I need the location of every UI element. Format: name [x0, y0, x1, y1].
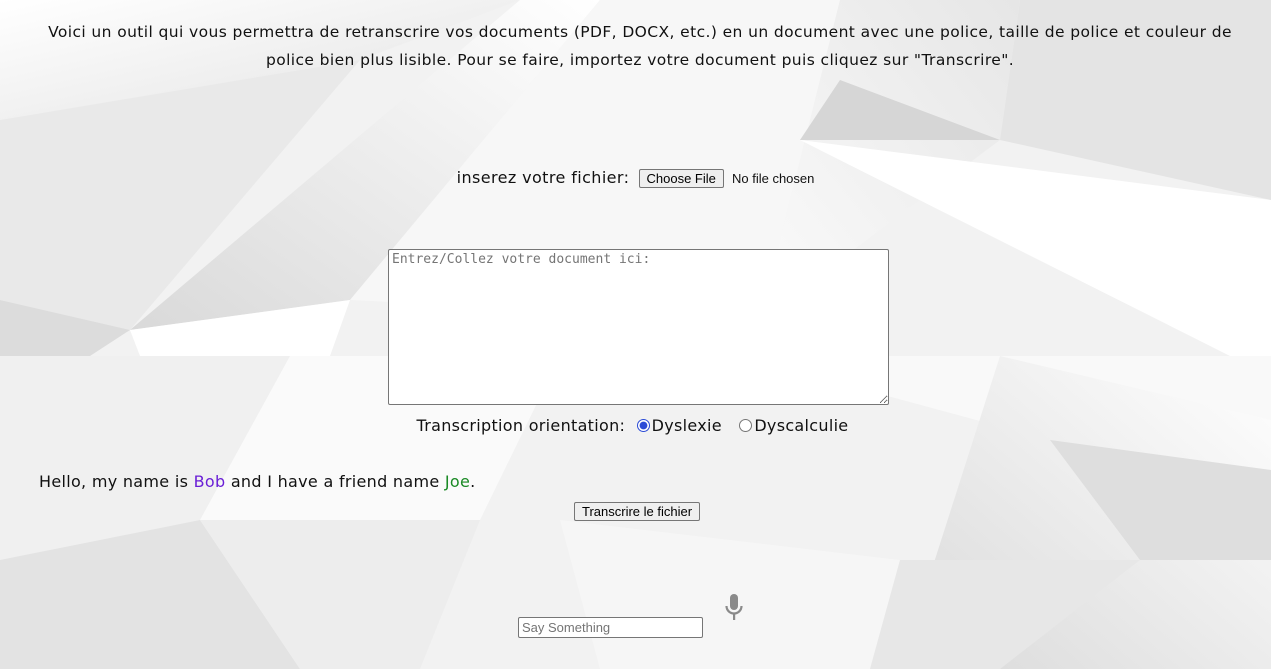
transcription-orientation: Transcription orientation: Dyslexie Dysc…	[0, 416, 1271, 435]
hello-text-1: Hello, my name is	[39, 472, 194, 491]
choose-file-button[interactable]: Choose File	[638, 169, 724, 188]
name-joe: Joe	[444, 472, 471, 491]
hello-sentence: Hello, my name is Bob and I have a frien…	[39, 472, 476, 491]
intro-text: Voici un outil qui vous permettra de ret…	[48, 23, 1232, 69]
orientation-label: Transcription orientation:	[416, 416, 626, 435]
dyscalculie-radio[interactable]	[739, 419, 753, 432]
file-input-row: inserez votre fichier: Choose File No fi…	[0, 168, 1271, 188]
file-input-label: inserez votre fichier:	[456, 168, 630, 187]
say-something-input[interactable]	[518, 617, 703, 638]
hello-text-3: .	[470, 472, 476, 491]
file-status-text: No file chosen	[731, 171, 815, 186]
dyslexie-label: Dyslexie	[651, 416, 722, 435]
dyscalculie-label: Dyscalculie	[754, 416, 849, 435]
dyslexie-radio[interactable]	[636, 419, 650, 432]
transcribe-button[interactable]: Transcrire le fichier	[574, 502, 701, 521]
name-bob: Bob	[193, 472, 226, 491]
microphone-icon[interactable]	[724, 594, 744, 622]
hello-text-2: and I have a friend name	[225, 472, 445, 491]
document-textarea[interactable]	[388, 249, 889, 405]
